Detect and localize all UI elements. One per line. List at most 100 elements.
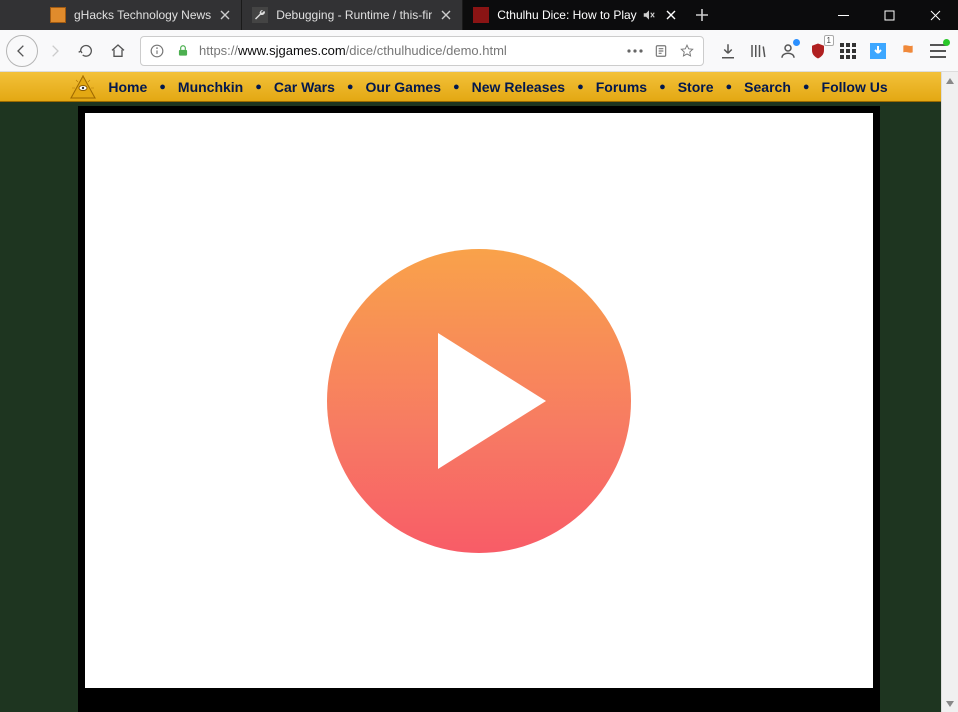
site-nav-carwars[interactable]: Car Wars: [274, 79, 335, 95]
video-area[interactable]: [85, 113, 873, 688]
url-bar[interactable]: https://www.sjgames.com/dice/cthulhudice…: [140, 36, 704, 66]
tab-close-button[interactable]: [663, 7, 679, 23]
nav-separator-icon: ●: [726, 81, 733, 93]
bookmark-button[interactable]: [677, 41, 697, 61]
tab-title: Debugging - Runtime / this-fir: [276, 8, 432, 22]
window-close-button[interactable]: [912, 0, 958, 30]
grid-icon: [840, 43, 856, 59]
nav-separator-icon: ●: [453, 81, 460, 93]
library-button[interactable]: [744, 37, 772, 65]
audio-muted-icon: [642, 8, 656, 22]
download-square-icon: [870, 43, 886, 59]
window-minimize-button[interactable]: [820, 0, 866, 30]
tab-mute-button[interactable]: [641, 7, 657, 23]
close-icon: [441, 10, 451, 20]
page-content: Home ● Munchkin ● Car Wars ● Our Games ● New…: [0, 72, 958, 712]
window-maximize-button[interactable]: [866, 0, 912, 30]
close-icon: [666, 10, 676, 20]
home-icon: [110, 43, 126, 59]
arrow-left-icon: [14, 43, 30, 59]
nav-separator-icon: ●: [659, 81, 666, 93]
scroll-up-button[interactable]: [942, 72, 958, 89]
ublock-count-badge: 1: [824, 35, 834, 46]
menu-button[interactable]: [924, 37, 952, 65]
site-nav-munchkin[interactable]: Munchkin: [178, 79, 243, 95]
tab-title: gHacks Technology News: [74, 8, 211, 22]
window-titlebar: gHacks Technology News Debugging - Runti…: [0, 0, 958, 30]
extension-blue-button[interactable]: [864, 37, 892, 65]
notification-dot-icon: [793, 39, 800, 46]
tab-close-button[interactable]: [217, 7, 233, 23]
nav-separator-icon: ●: [159, 81, 166, 93]
site-nav-home[interactable]: Home: [108, 79, 147, 95]
minimize-icon: [838, 10, 849, 21]
hamburger-icon: [930, 44, 946, 58]
reload-button[interactable]: [70, 35, 102, 67]
close-icon: [220, 10, 230, 20]
star-icon: [680, 44, 694, 58]
site-nav-newreleases[interactable]: New Releases: [472, 79, 565, 95]
pyramid-eye-icon: [70, 74, 96, 100]
favicon-devtools-icon: [252, 7, 268, 23]
home-button[interactable]: [102, 35, 134, 67]
lock-icon: [176, 44, 190, 58]
update-dot-icon: [943, 39, 950, 46]
nav-separator-icon: ●: [803, 81, 810, 93]
tab-0[interactable]: gHacks Technology News: [40, 0, 242, 30]
site-info-button[interactable]: [147, 41, 167, 61]
chevron-down-icon: [946, 701, 954, 707]
scroll-down-button[interactable]: [942, 695, 958, 712]
nav-separator-icon: ●: [347, 81, 354, 93]
library-icon: [749, 42, 767, 60]
tab-2-active[interactable]: Cthulhu Dice: How to Play: [463, 0, 686, 30]
reload-icon: [78, 43, 94, 59]
arrow-right-icon: [46, 43, 62, 59]
window-controls: [820, 0, 958, 30]
new-tab-button[interactable]: [687, 0, 717, 30]
reader-icon: [654, 44, 668, 58]
site-nav-followus[interactable]: Follow Us: [822, 79, 888, 95]
wrench-icon: [254, 9, 266, 21]
account-button[interactable]: [774, 37, 802, 65]
titlebar-left-spacer: [0, 0, 40, 30]
nav-toolbar: https://www.sjgames.com/dice/cthulhudice…: [0, 30, 958, 72]
site-nav-forums[interactable]: Forums: [596, 79, 647, 95]
url-host: www.sjgames.com: [238, 43, 346, 58]
apps-grid-button[interactable]: [834, 37, 862, 65]
info-icon: [150, 44, 164, 58]
forward-button[interactable]: [38, 35, 70, 67]
site-top-nav: Home ● Munchkin ● Car Wars ● Our Games ● New…: [0, 72, 958, 102]
back-button[interactable]: [6, 35, 38, 67]
tab-close-button[interactable]: [438, 7, 454, 23]
tab-title: Cthulhu Dice: How to Play: [497, 8, 636, 22]
extension-orange-button[interactable]: [894, 37, 922, 65]
page-body: [0, 102, 958, 712]
chevron-up-icon: [946, 78, 954, 84]
reader-mode-button[interactable]: [651, 41, 671, 61]
scrollbar-track[interactable]: [942, 89, 958, 695]
ellipsis-icon: [627, 49, 643, 53]
plus-icon: [695, 8, 709, 22]
favicon-sjgames-icon: [473, 7, 489, 23]
video-frame: [78, 106, 880, 712]
vertical-scrollbar[interactable]: [941, 72, 958, 712]
favicon-ghacks-icon: [50, 7, 66, 23]
ublock-button[interactable]: 1: [804, 37, 832, 65]
nav-separator-icon: ●: [255, 81, 262, 93]
toolbar-extensions: 1: [714, 37, 952, 65]
url-text: https://www.sjgames.com/dice/cthulhudice…: [199, 43, 619, 58]
downloads-button[interactable]: [714, 37, 742, 65]
download-icon: [719, 42, 737, 60]
connection-secure-button[interactable]: [173, 41, 193, 61]
tab-1[interactable]: Debugging - Runtime / this-fir: [242, 0, 463, 30]
url-path: /dice/cthulhudice/demo.html: [346, 43, 507, 58]
site-nav-store[interactable]: Store: [678, 79, 714, 95]
site-logo[interactable]: [70, 74, 96, 100]
site-nav-ourgames[interactable]: Our Games: [366, 79, 441, 95]
play-button[interactable]: [327, 249, 631, 553]
close-icon: [930, 10, 941, 21]
page-actions-button[interactable]: [625, 41, 645, 61]
flag-icon: [900, 43, 916, 59]
maximize-icon: [884, 10, 895, 21]
site-nav-search[interactable]: Search: [744, 79, 791, 95]
